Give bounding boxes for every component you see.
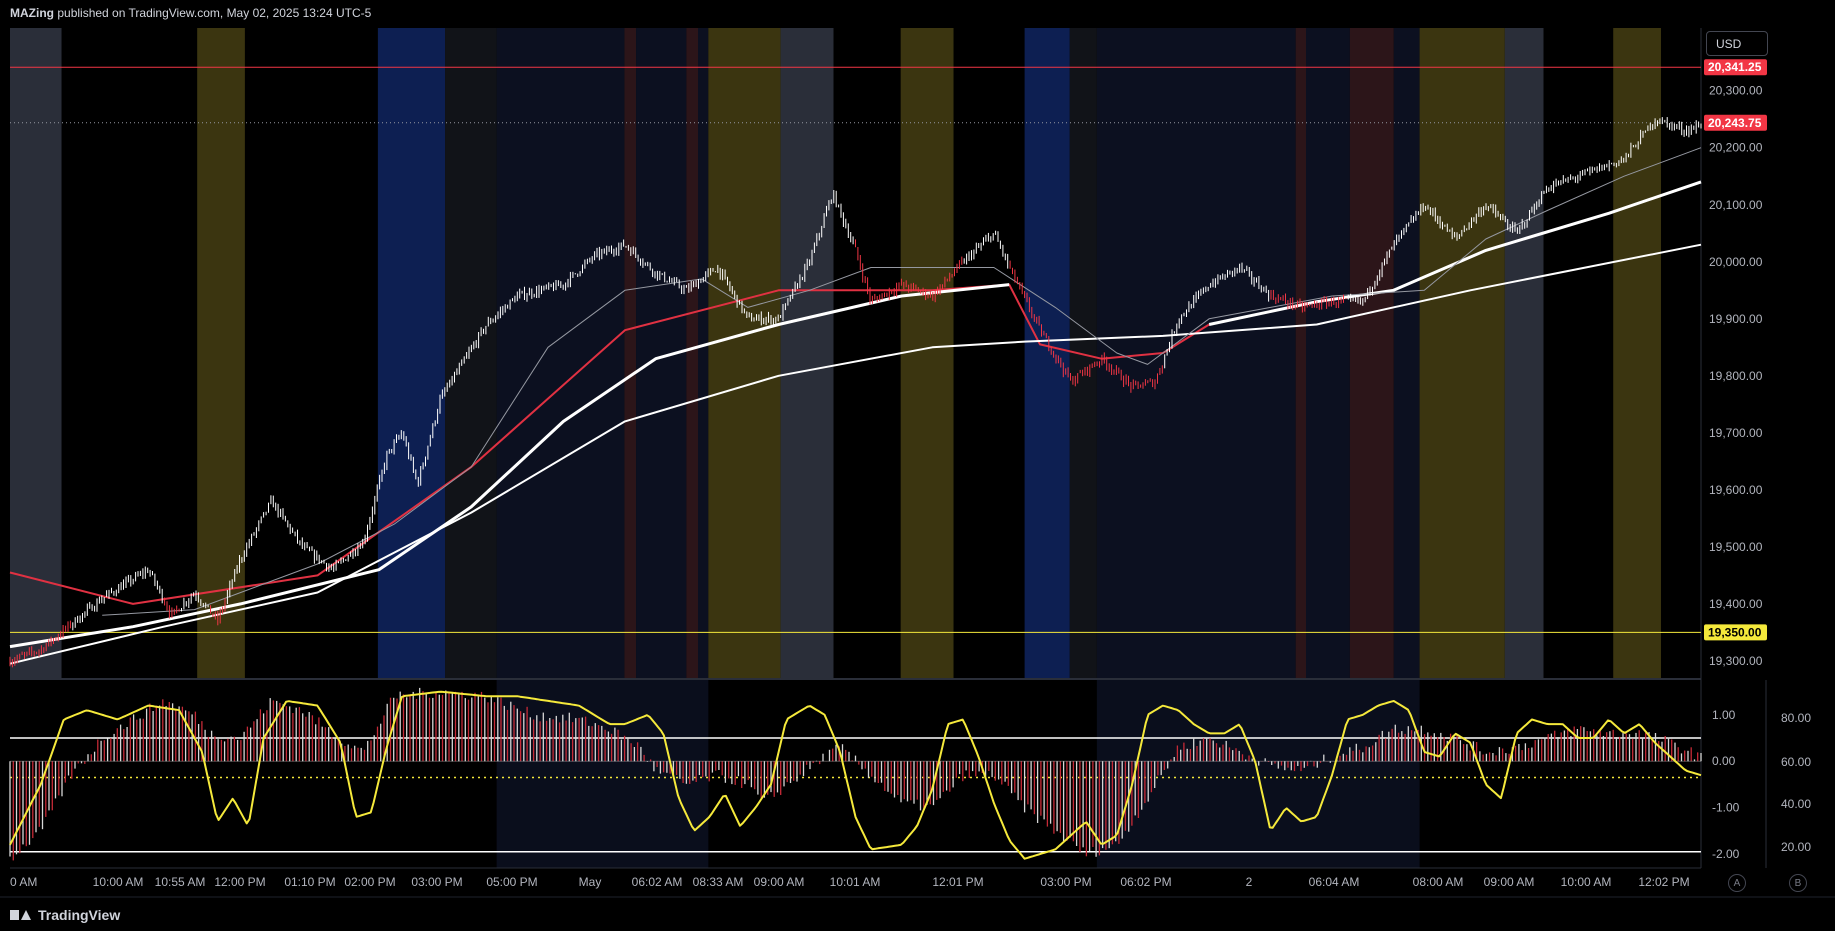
price-tick-label: 19,700.00 xyxy=(1709,426,1763,440)
session-band xyxy=(1096,28,1296,678)
session-band xyxy=(197,28,245,678)
chart-canvas[interactable]: 20,300.00 20,200.00 20,100.00 20,000.00 19,9… xyxy=(0,0,1835,931)
price-tick-label: 19,400.00 xyxy=(1709,597,1763,611)
price-tick-label: 19,300.00 xyxy=(1709,654,1763,668)
session-band xyxy=(1024,28,1070,678)
session-band xyxy=(1295,28,1307,678)
scale-b-button[interactable]: B xyxy=(1789,874,1807,892)
time-tick-label: 03:00 PM xyxy=(1040,875,1091,889)
session-band xyxy=(900,28,954,678)
session-band xyxy=(698,28,709,678)
time-tick-label: 05:00 PM xyxy=(486,875,537,889)
price-tick-label: 20,000.00 xyxy=(1709,255,1763,269)
auto-scale-button[interactable]: A xyxy=(1728,874,1746,892)
time-tick-label: 01:10 PM xyxy=(284,875,335,889)
oscillator-tick-right: 80.00 xyxy=(1781,711,1811,725)
time-tick-label: 09:00 AM xyxy=(754,875,805,889)
session-band xyxy=(61,28,198,678)
time-tick-label: 08:00 AM xyxy=(1413,875,1464,889)
time-tick-label: 2 xyxy=(1246,875,1253,889)
time-tick-label: 10:00 AM xyxy=(1561,875,1612,889)
footer-brand: TradingView xyxy=(38,907,121,923)
session-band xyxy=(1543,28,1614,678)
session-band xyxy=(686,28,699,678)
currency-button[interactable]: USD xyxy=(1706,31,1768,56)
oscillator-tick-left: 1.00 xyxy=(1712,708,1736,722)
price-tick-label: 20,300.00 xyxy=(1709,84,1763,98)
session-band xyxy=(1393,28,1420,678)
session-band xyxy=(833,28,901,678)
time-tick-label: 12:02 PM xyxy=(1638,875,1689,889)
price-tick-label: 19,500.00 xyxy=(1709,540,1763,554)
footer-background xyxy=(0,895,1835,931)
session-band xyxy=(780,28,834,678)
price-tick-label: 19,900.00 xyxy=(1709,312,1763,326)
time-axis[interactable]: 0 AM 10:00 AM 10:55 AM 12:00 PM 01:10 PM 02:0… xyxy=(10,875,1690,889)
oscillator-axis[interactable]: 1.00 0.00 -1.00 -2.00 80.00 60.00 40.00 20.00 xyxy=(1712,708,1811,861)
session-band xyxy=(1613,28,1661,678)
price-label-text: 20,341.25 xyxy=(1708,60,1762,74)
price-tick-label: 19,800.00 xyxy=(1709,369,1763,383)
session-band xyxy=(953,28,1025,678)
oscillator-tick-right: 40.00 xyxy=(1781,797,1811,811)
time-tick-label: 06:02 AM xyxy=(632,875,683,889)
session-band xyxy=(1306,28,1350,678)
time-tick-label: 06:04 AM xyxy=(1309,875,1360,889)
time-tick-label: 12:00 PM xyxy=(214,875,265,889)
time-tick-label: 10:01 AM xyxy=(830,875,881,889)
price-axis[interactable]: 20,300.00 20,200.00 20,100.00 20,000.00 19,9… xyxy=(1704,59,1767,668)
price-label-text: 20,243.75 xyxy=(1708,116,1762,130)
time-tick-label: 03:00 PM xyxy=(411,875,462,889)
time-tick-label: 09:00 AM xyxy=(1484,875,1535,889)
session-band xyxy=(1504,28,1544,678)
time-tick-label: 12:01 PM xyxy=(932,875,983,889)
oscillator-tick-left: -2.00 xyxy=(1712,847,1740,861)
oscillator-tick-left: -1.00 xyxy=(1712,801,1740,815)
price-label-text: 19,350.00 xyxy=(1708,625,1762,639)
session-band xyxy=(708,28,781,678)
session-backgrounds xyxy=(10,28,1701,678)
session-band xyxy=(496,28,625,678)
oscillator-tick-right: 60.00 xyxy=(1781,755,1811,769)
session-band xyxy=(445,28,497,678)
session-band xyxy=(624,28,637,678)
oscillator-tick-left: 0.00 xyxy=(1712,754,1736,768)
price-tick-label: 20,100.00 xyxy=(1709,198,1763,212)
time-tick-label: 10:55 AM xyxy=(155,875,206,889)
session-band xyxy=(10,28,62,678)
tradingview-logo-icon xyxy=(10,908,32,922)
session-band xyxy=(244,28,378,678)
time-tick-label: May xyxy=(579,875,602,889)
session-band xyxy=(377,28,446,678)
oscillator-background xyxy=(10,680,1701,868)
price-tick-label: 20,200.00 xyxy=(1709,141,1763,155)
oscillator-tick-right: 20.00 xyxy=(1781,840,1811,854)
time-tick-label: 10:00 AM xyxy=(93,875,144,889)
footer: TradingView xyxy=(10,904,120,926)
price-tick-label: 19,600.00 xyxy=(1709,483,1763,497)
session-band xyxy=(1419,28,1505,678)
time-tick-label: 08:33 AM xyxy=(693,875,744,889)
session-band xyxy=(1349,28,1394,678)
time-tick-label: 02:00 PM xyxy=(344,875,395,889)
time-tick-label: 06:02 PM xyxy=(1120,875,1171,889)
time-tick-label: 0 AM xyxy=(10,875,37,889)
